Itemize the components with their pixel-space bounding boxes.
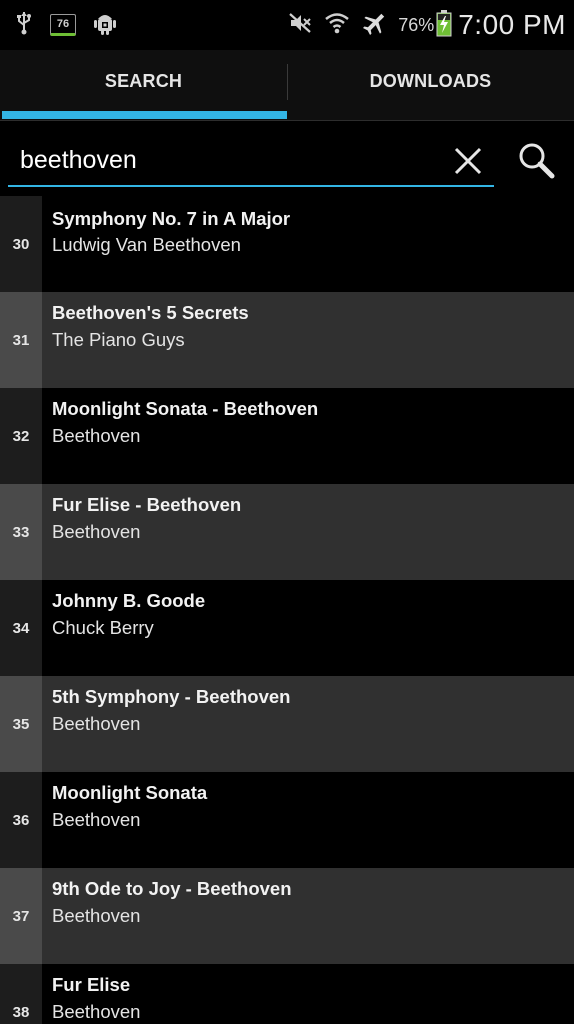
row-number: 33: [0, 484, 42, 580]
usb-icon: [16, 11, 32, 40]
song-title: 5th Symphony - Beethoven: [52, 686, 291, 707]
song-artist: Beethoven: [52, 809, 141, 830]
row-number: 37: [0, 868, 42, 964]
song-artist: Beethoven: [52, 425, 141, 446]
row-number: 31: [0, 292, 42, 388]
list-item[interactable]: 32 Moonlight Sonata - Beethoven Beethove…: [0, 388, 574, 484]
song-artist: Chuck Berry: [52, 617, 154, 638]
song-title: Symphony No. 7 in A Major: [52, 208, 291, 229]
notification-badge-icon: 76: [50, 14, 76, 36]
song-artist: Ludwig Van Beethoven: [52, 234, 241, 255]
song-title: Moonlight Sonata: [52, 782, 208, 803]
row-number: 34: [0, 580, 42, 676]
row-number: 32: [0, 388, 42, 484]
tab-downloads[interactable]: DOWNLOADS: [287, 50, 574, 112]
battery-charging-icon: [436, 9, 452, 42]
tab-search[interactable]: SEARCH: [0, 50, 287, 112]
status-bar: 76 76% 7:00 PM: [0, 0, 574, 50]
android-debug-icon: [94, 11, 116, 40]
results-list: 30 Symphony No. 7 in A Major Ludwig Van …: [0, 196, 574, 1024]
airplane-mode-icon: [362, 10, 388, 41]
list-item[interactable]: 30 Symphony No. 7 in A Major Ludwig Van …: [0, 196, 574, 292]
song-artist: Beethoven: [52, 521, 141, 542]
song-artist: Beethoven: [52, 713, 141, 734]
row-number: 35: [0, 676, 42, 772]
row-number: 36: [0, 772, 42, 868]
song-artist: Beethoven: [52, 905, 141, 926]
list-item[interactable]: 37 9th Ode to Joy - Beethoven Beethoven: [0, 868, 574, 964]
search-bar: [0, 121, 574, 196]
battery-percent: 76%: [398, 14, 435, 35]
search-icon[interactable]: [514, 139, 558, 183]
list-item[interactable]: 31 Beethoven's 5 Secrets The Piano Guys: [0, 292, 574, 388]
clear-icon[interactable]: [448, 141, 488, 181]
list-item[interactable]: 34 Johnny B. Goode Chuck Berry: [0, 580, 574, 676]
row-number: 30: [0, 196, 42, 292]
song-title: Johnny B. Goode: [52, 590, 206, 611]
active-tab-indicator: [2, 111, 287, 119]
tab-bar: SEARCH DOWNLOADS: [0, 50, 574, 121]
clock: 7:00 PM: [458, 9, 566, 40]
list-item[interactable]: 36 Moonlight Sonata Beethoven: [0, 772, 574, 868]
song-title: Beethoven's 5 Secrets: [52, 302, 249, 323]
song-title: Fur Elise: [52, 974, 131, 995]
list-item[interactable]: 38 Fur Elise Beethoven: [0, 964, 574, 1024]
wifi-icon: [324, 10, 350, 41]
list-item[interactable]: 35 5th Symphony - Beethoven Beethoven: [0, 676, 574, 772]
row-number: 38: [0, 964, 42, 1024]
list-item[interactable]: 33 Fur Elise - Beethoven Beethoven: [0, 484, 574, 580]
song-title: Fur Elise - Beethoven: [52, 494, 242, 515]
song-artist: Beethoven: [52, 1001, 141, 1022]
search-input[interactable]: [8, 135, 494, 187]
song-title: 9th Ode to Joy - Beethoven: [52, 878, 292, 899]
song-title: Moonlight Sonata - Beethoven: [52, 398, 319, 419]
mute-icon: [288, 11, 312, 40]
song-artist: The Piano Guys: [52, 329, 185, 350]
